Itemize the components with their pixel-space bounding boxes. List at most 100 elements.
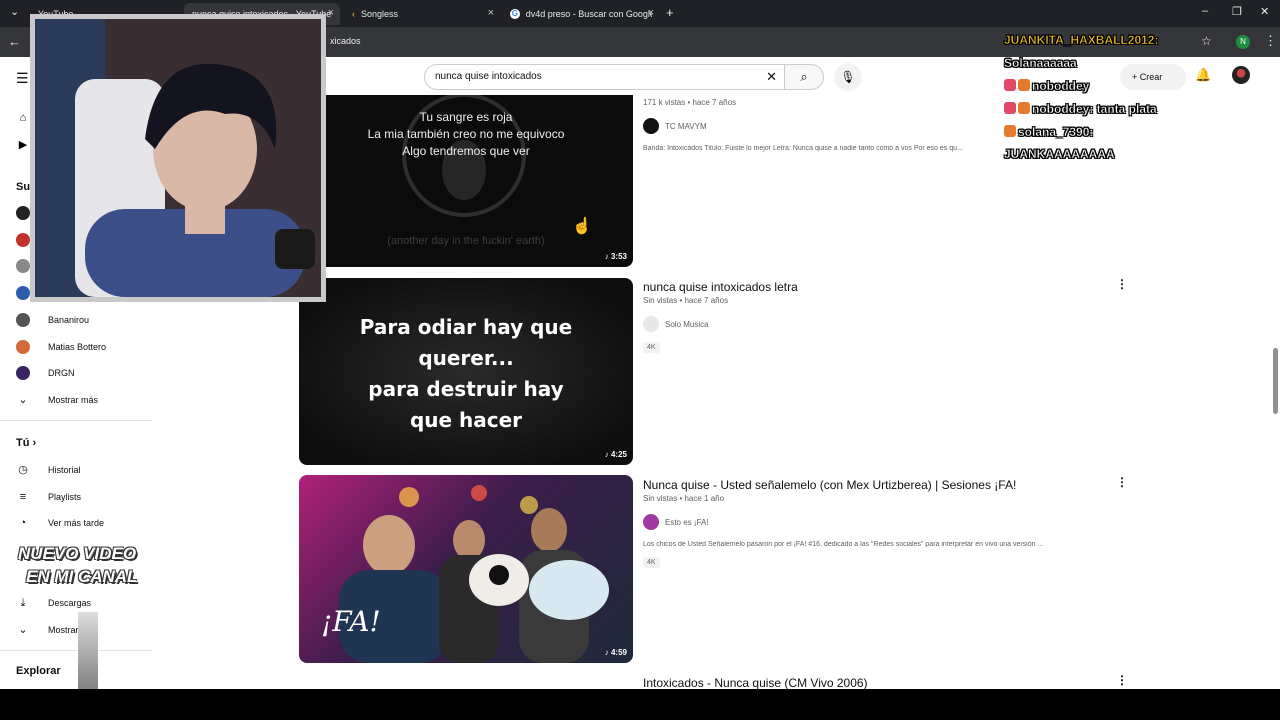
tab-songless[interactable]: ‹ Songless × bbox=[344, 3, 500, 25]
channel-link[interactable]: Esto es ¡FA! bbox=[643, 514, 709, 530]
chat-text: JUANKAAAAAAAA bbox=[1004, 147, 1115, 161]
bookmark-star-icon[interactable]: ☆ bbox=[1201, 34, 1212, 48]
more-options-icon[interactable]: ⋮ bbox=[1116, 673, 1128, 687]
video-description: Los chicos de Usted Señalemelo pasaron p… bbox=[643, 541, 1044, 548]
profile-avatar[interactable]: N bbox=[1236, 35, 1250, 49]
sidebar-item-label: Historial bbox=[48, 465, 81, 475]
chat-username: noboddey bbox=[1032, 79, 1090, 93]
home-icon[interactable]: ⌂ bbox=[16, 111, 30, 125]
chat-message: noboddey bbox=[1004, 79, 1090, 93]
channel-name: Solo Musica bbox=[665, 319, 709, 329]
playlists-icon: ≡ bbox=[19, 491, 27, 503]
video-meta: Sin vistas • hace 1 año bbox=[643, 494, 725, 503]
chat-text: Solanaaaaaa bbox=[1004, 56, 1077, 70]
channel-name: Bananirou bbox=[48, 315, 90, 325]
channel-avatar[interactable] bbox=[16, 233, 30, 247]
page-scrollbar[interactable] bbox=[1273, 348, 1278, 414]
new-tab-icon[interactable]: + bbox=[666, 5, 674, 20]
maximize-icon[interactable]: ❐ bbox=[1232, 5, 1242, 18]
lyric-line: La mia también creo no me equivoco bbox=[367, 127, 565, 141]
duration-badge: ♪ 4:25 bbox=[604, 450, 627, 459]
tab-title: Songless bbox=[361, 9, 399, 19]
chat-username: JUANKITA_HAXBALL2012: bbox=[1004, 33, 1159, 47]
download-icon: ⤓ bbox=[20, 597, 26, 609]
video-thumbnail[interactable]: Para odiar hay que querer... para destru… bbox=[299, 278, 633, 465]
channel-avatar bbox=[16, 366, 30, 380]
lyric-line: para destruir hay bbox=[368, 377, 564, 401]
search-button[interactable]: ⌕ bbox=[784, 64, 824, 90]
tab-search-icon[interactable]: ⌄ bbox=[10, 5, 19, 18]
back-arrow-icon[interactable]: ← bbox=[8, 34, 21, 49]
thumbnail-caption: (another day in the fuckin' earth) bbox=[387, 235, 545, 247]
channel-avatar[interactable] bbox=[16, 286, 30, 300]
more-options-icon[interactable]: ⋮ bbox=[1116, 475, 1128, 489]
lyric-line: Tu sangre es roja bbox=[419, 110, 513, 124]
google-favicon-icon: G bbox=[510, 9, 520, 19]
create-button[interactable]: + Crear bbox=[1120, 64, 1186, 90]
sidebar-item-label: Ver más tarde bbox=[48, 518, 105, 528]
voice-search-button[interactable]: 🎙 bbox=[834, 63, 862, 91]
promo-overlay-line: NUEVO VIDEO bbox=[18, 544, 137, 563]
close-icon[interactable]: × bbox=[328, 7, 334, 19]
sidebar-channel-drgn[interactable]: DRGN bbox=[16, 364, 75, 382]
channel-name: DRGN bbox=[48, 368, 75, 378]
video-title[interactable]: nunca quise intoxicados letra bbox=[643, 280, 798, 294]
you-header-label: Tú bbox=[16, 437, 30, 449]
bottom-black-bar bbox=[0, 689, 1280, 720]
tab-google-search[interactable]: G dv4d preso - Buscar con Google × bbox=[502, 3, 660, 25]
close-icon[interactable]: × bbox=[488, 7, 494, 19]
show-more-label: Mostrar más bbox=[48, 395, 99, 405]
url-text[interactable]: xicados bbox=[330, 36, 361, 46]
clear-search-icon[interactable]: ✕ bbox=[766, 69, 777, 85]
chat-badge-icon bbox=[1004, 125, 1016, 137]
sidebar-item-playlists[interactable]: ≡ Playlists bbox=[16, 488, 81, 506]
account-avatar[interactable] bbox=[1232, 66, 1250, 84]
notifications-bell-icon[interactable]: 🔔 bbox=[1195, 67, 1211, 83]
sidebar-show-more-subs[interactable]: ⌄ Mostrar más bbox=[16, 391, 98, 409]
video-title[interactable]: Intoxicados - Nunca quise (CM Vivo 2006) bbox=[643, 676, 868, 690]
search-box[interactable]: nunca quise intoxicados ✕ bbox=[424, 64, 790, 90]
chat-message: Solanaaaaaa bbox=[1004, 56, 1077, 70]
subscriptions-header[interactable]: Su bbox=[16, 181, 30, 193]
duration-badge: ♪ 4:59 bbox=[604, 648, 627, 657]
chat-text: tanta plata bbox=[1096, 102, 1157, 116]
window-close-icon[interactable]: ✕ bbox=[1260, 5, 1269, 18]
video-thumbnail[interactable]: Tu sangre es roja La mia también creo no… bbox=[299, 95, 633, 267]
channel-avatar bbox=[643, 118, 659, 134]
chat-badge-icon bbox=[1018, 79, 1030, 91]
more-options-icon[interactable]: ⋮ bbox=[1116, 277, 1128, 291]
hamburger-menu-icon[interactable]: ☰ bbox=[16, 70, 29, 87]
channel-link[interactable]: TC MAVYM bbox=[643, 118, 707, 134]
duration-text: 4:25 bbox=[610, 450, 627, 459]
sidebar-channel-bananirou[interactable]: Bananirou bbox=[16, 311, 89, 329]
channel-avatar[interactable] bbox=[16, 259, 30, 273]
sidebar-item-watch-later[interactable]: ◔ Ver más tarde bbox=[16, 514, 104, 532]
chat-message: JUANKITA_HAXBALL2012: bbox=[1004, 33, 1159, 47]
browser-menu-icon[interactable]: ⋮ bbox=[1264, 33, 1277, 49]
minimize-icon[interactable]: – bbox=[1202, 5, 1208, 17]
sidebar-item-history[interactable]: ◷ Historial bbox=[16, 461, 81, 479]
channel-avatar[interactable] bbox=[16, 206, 30, 220]
history-icon: ◷ bbox=[18, 464, 28, 476]
sidebar-item-downloads[interactable]: ⤓ Descargas bbox=[16, 594, 91, 612]
watch-later-icon: ◔ bbox=[19, 517, 27, 529]
chevron-down-icon: ⌄ bbox=[18, 394, 28, 406]
search-input[interactable]: nunca quise intoxicados bbox=[435, 71, 542, 82]
you-header[interactable]: Tú › bbox=[16, 437, 36, 449]
channel-link[interactable]: Solo Musica bbox=[643, 316, 709, 332]
shorts-icon[interactable]: ▶ bbox=[16, 138, 30, 152]
create-label: Crear bbox=[1139, 72, 1163, 82]
video-thumbnail[interactable]: ¡FA! ♪ 4:59 bbox=[299, 475, 633, 663]
songless-favicon-icon: ‹ bbox=[352, 9, 355, 19]
video-meta: 171 k vistas • hace 7 años bbox=[643, 98, 737, 107]
sidebar-channel-matias-bottero[interactable]: Matias Bottero bbox=[16, 338, 106, 356]
video-title[interactable]: Nunca quise - Usted señalemelo (con Mex … bbox=[643, 478, 1016, 492]
close-icon[interactable]: × bbox=[648, 7, 654, 19]
mouse-cursor-icon: ☝ bbox=[572, 218, 592, 235]
chat-badge-icon bbox=[1004, 79, 1016, 91]
search-icon: ⌕ bbox=[800, 69, 808, 84]
thumbnail-lyrics: Tu sangre es roja La mia también creo no… bbox=[299, 109, 633, 160]
quality-badge: 4K bbox=[643, 342, 660, 353]
channel-avatar bbox=[16, 313, 30, 327]
duration-text: 4:59 bbox=[610, 648, 627, 657]
